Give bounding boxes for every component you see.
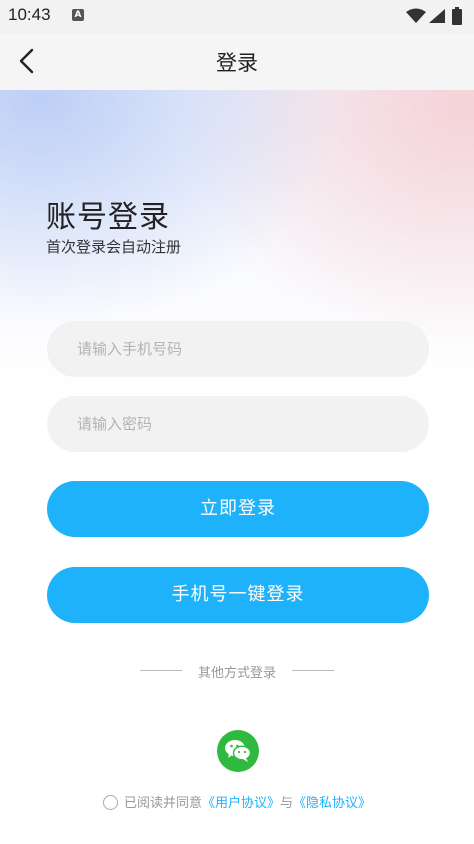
agreement-conjunction: 与 bbox=[280, 796, 294, 811]
other-methods-divider: 其他方式登录 bbox=[0, 662, 474, 681]
agree-checkbox[interactable] bbox=[102, 795, 118, 810]
status-bar: 10:43 A bbox=[0, 0, 474, 34]
wechat-icon bbox=[225, 740, 252, 762]
divider-line bbox=[292, 670, 334, 671]
other-methods-label: 其他方式登录 bbox=[197, 666, 276, 681]
login-heading: 账号登录 bbox=[46, 200, 170, 235]
wifi-icon bbox=[406, 8, 426, 23]
login-screen: 10:43 A 登录 账号登录 首次登录会自动注册 立即登录 手机号一键登录 bbox=[0, 0, 474, 844]
phone-input[interactable] bbox=[47, 321, 429, 377]
notification-badge-icon: A bbox=[72, 9, 84, 21]
one-click-login-button[interactable]: 手机号一键登录 bbox=[47, 567, 429, 623]
page-title: 登录 bbox=[216, 51, 258, 75]
battery-icon bbox=[452, 7, 462, 25]
login-form: 账号登录 首次登录会自动注册 立即登录 手机号一键登录 其他方式登录 已 bbox=[0, 0, 474, 844]
signal-icon bbox=[429, 9, 445, 23]
nav-bar: 登录 bbox=[0, 34, 474, 90]
login-button[interactable]: 立即登录 bbox=[47, 481, 429, 537]
status-time: 10:43 bbox=[8, 5, 51, 24]
password-input[interactable] bbox=[47, 396, 429, 452]
user-agreement-link[interactable]: 《用户协议》 bbox=[202, 796, 280, 811]
agreement-row: 已阅读并同意《用户协议》与《隐私协议》 bbox=[0, 792, 474, 812]
agreement-prefix: 已阅读并同意 bbox=[123, 796, 202, 811]
privacy-policy-link[interactable]: 《隐私协议》 bbox=[293, 796, 371, 811]
login-subheading: 首次登录会自动注册 bbox=[46, 238, 182, 256]
wechat-login-button[interactable] bbox=[217, 730, 259, 772]
